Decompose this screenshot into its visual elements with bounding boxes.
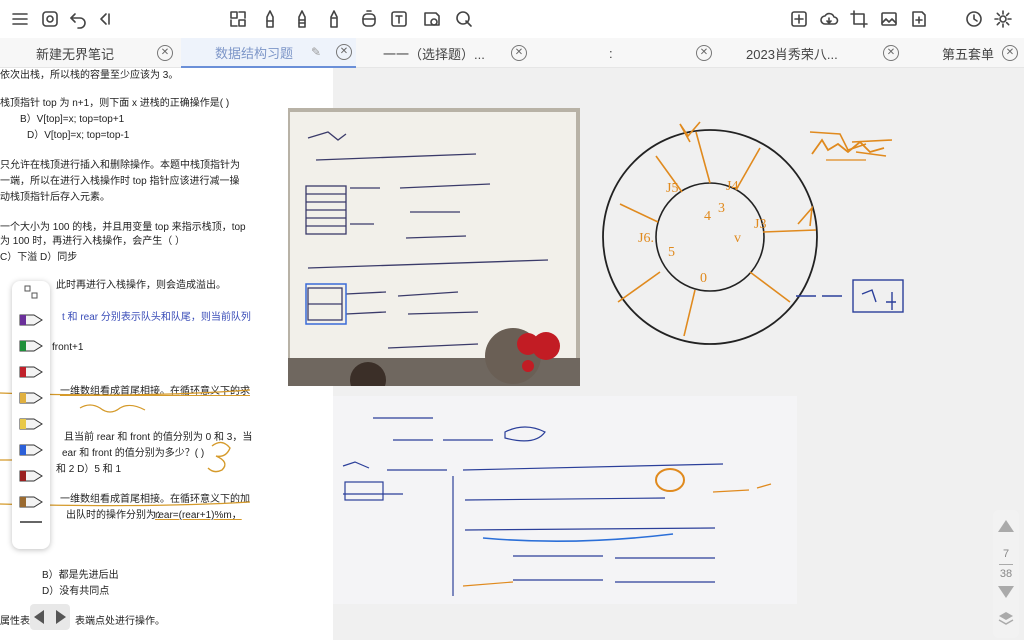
tab-bar: 新建无界笔记 ✕ 数据结构习题 ✎ ✕ 一一（选择题）... ✕ : ✕ 202… [0, 38, 1024, 68]
close-icon[interactable]: ✕ [1002, 45, 1018, 61]
image-insert-icon[interactable] [877, 7, 901, 31]
tab-label: 第五套单 [942, 46, 995, 62]
circular-queue-diagram: 4 3 5 0 v J6. J3 J5 J4 [602, 121, 904, 345]
pen-darkred-icon[interactable] [18, 469, 44, 483]
pen-red-icon[interactable] [18, 365, 44, 379]
scroll-up-icon[interactable] [998, 520, 1014, 532]
scroll-down-icon[interactable] [998, 586, 1014, 598]
svg-text:3: 3 [718, 201, 725, 216]
tab-choice-questions[interactable]: 一一（选择题）... ✕ [356, 38, 529, 68]
tab-label: : [609, 45, 613, 61]
next-page-icon[interactable] [56, 610, 66, 624]
undo-icon[interactable] [66, 7, 90, 31]
pen-blue-icon[interactable] [18, 443, 44, 457]
top-toolbar [0, 0, 1024, 38]
close-icon[interactable]: ✕ [696, 45, 712, 61]
handwritten-note-photo-2[interactable] [333, 396, 797, 604]
lasso-select-icon[interactable] [226, 7, 250, 31]
divider [20, 521, 42, 523]
page-navigator: 7 38 [993, 510, 1019, 638]
pencil-tool-icon[interactable] [290, 7, 314, 31]
read-mode-icon[interactable] [38, 7, 62, 31]
close-icon[interactable]: ✕ [883, 45, 899, 61]
pen-yellow-icon[interactable] [18, 417, 44, 431]
handwritten-note-photo-1[interactable] [288, 108, 580, 386]
history-icon[interactable] [962, 7, 986, 31]
lasso-select-icon[interactable] [24, 285, 38, 299]
cloud-sync-icon[interactable] [817, 7, 841, 31]
total-pages: 38 [999, 568, 1013, 580]
close-icon[interactable]: ✕ [336, 44, 352, 60]
pen-green-icon[interactable] [18, 339, 44, 353]
add-note-icon[interactable] [907, 7, 931, 31]
handwritten-annotation [811, 138, 885, 161]
pen-selection-panel [12, 281, 50, 549]
svg-text:J6.: J6. [638, 231, 654, 246]
svg-text:0: 0 [700, 271, 707, 286]
svg-text:v: v [734, 231, 741, 246]
layers-icon[interactable] [997, 610, 1015, 628]
edit-icon[interactable]: ✎ [311, 45, 321, 59]
page-arrows [30, 604, 70, 630]
pen-brown-icon[interactable] [18, 495, 44, 509]
svg-text:J4: J4 [726, 179, 738, 194]
pen-gold-icon[interactable] [18, 391, 44, 405]
settings-gear-icon[interactable] [991, 7, 1015, 31]
close-icon[interactable]: ✕ [157, 45, 173, 61]
divider [999, 564, 1013, 565]
tab-xiao-xiurong[interactable]: 2023肖秀荣八... ✕ [720, 38, 901, 68]
tab-label: 一一（选择题）... [383, 46, 485, 62]
add-page-icon[interactable] [787, 7, 811, 31]
tab-label: 数据结构习题 [215, 45, 294, 61]
svg-text:J5: J5 [666, 181, 678, 196]
tab-fifth-set[interactable]: 第五套单 ✕ [901, 38, 1024, 68]
eraser-tool-icon[interactable] [357, 7, 381, 31]
tab-data-structure[interactable]: 数据结构习题 ✎ ✕ [181, 38, 356, 68]
current-page: 7 [1002, 548, 1010, 560]
pen-purple-icon[interactable] [18, 313, 44, 327]
image-tool-icon[interactable] [420, 7, 444, 31]
svg-text:4: 4 [704, 209, 711, 224]
tab-colon[interactable]: : ✕ [529, 38, 720, 68]
crop-icon[interactable] [847, 7, 871, 31]
pen-tool-icon[interactable] [258, 7, 282, 31]
prev-page-icon[interactable] [34, 610, 44, 624]
highlighter-tool-icon[interactable] [322, 7, 346, 31]
shape-tool-icon[interactable] [452, 7, 476, 31]
svg-text:J3: J3 [754, 217, 766, 232]
tab-new-note[interactable]: 新建无界笔记 ✕ [0, 38, 181, 68]
tab-label: 2023肖秀荣八... [746, 46, 838, 62]
menu-icon[interactable] [8, 7, 32, 31]
collapse-left-icon[interactable] [92, 7, 116, 31]
text-tool-icon[interactable] [387, 7, 411, 31]
svg-text:5: 5 [668, 245, 675, 260]
tab-label: 新建无界笔记 [36, 46, 115, 62]
close-icon[interactable]: ✕ [511, 45, 527, 61]
